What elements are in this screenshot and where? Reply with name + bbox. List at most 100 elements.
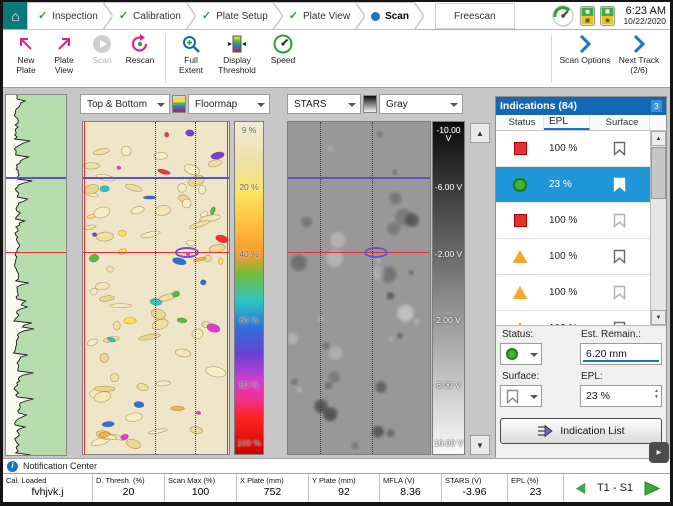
statusbar-field: Y Plate (mm)92 — [309, 474, 380, 502]
tab-label: Freescan — [454, 11, 496, 22]
bookmark-outline-light-icon — [613, 285, 626, 300]
grid-line — [155, 122, 156, 454]
button-label: New Plate — [7, 56, 45, 76]
indication-row[interactable]: 100 % — [496, 239, 650, 275]
column-header-status[interactable]: Status — [496, 115, 544, 130]
gray-scale-label: -2.00 V — [433, 250, 464, 259]
indication-surface-cell — [590, 141, 648, 156]
statusbar-field: STARS (V)-3.96 — [442, 474, 508, 502]
cursor-line-red — [83, 252, 229, 253]
tab-calibration[interactable]: ✓Calibration — [104, 3, 195, 29]
column-header-surface[interactable]: Surface — [590, 115, 650, 130]
indication-dot — [186, 252, 190, 256]
floormap-view[interactable] — [82, 121, 230, 455]
indication-row[interactable]: 100 % — [496, 131, 650, 167]
color-scale-label: 60 % — [235, 316, 263, 325]
indication-list-button[interactable]: Indication List — [500, 418, 662, 444]
indication-status-cell — [496, 214, 544, 227]
grid-line — [372, 122, 373, 454]
epl-input[interactable]: 23 % ▲▼ — [580, 385, 662, 407]
clock-date: 10/22/2020 — [623, 17, 666, 26]
indication-epl-value: 100 % — [544, 143, 590, 154]
select-value: Top & Bottom — [87, 99, 147, 110]
bookmark-filled-icon — [613, 177, 626, 192]
notification-center-bar[interactable]: i Notification Center — [3, 458, 670, 473]
next-track-button[interactable]: Next Track (2/6) — [612, 33, 666, 85]
floormap-palette-select[interactable]: Floormap — [188, 94, 270, 114]
view-mode-select[interactable]: Top & Bottom — [80, 94, 170, 114]
cursor-line-purple — [6, 177, 66, 179]
scrollbar-up-button[interactable]: ▲ — [651, 131, 666, 146]
select-value: Gray — [386, 99, 408, 110]
indication-row[interactable]: 100 % — [496, 311, 650, 325]
indications-scrollbar[interactable]: ▲ ▼ — [650, 131, 666, 325]
gray-palette-select[interactable]: Gray — [379, 94, 463, 114]
viewer-scroll-down-button[interactable]: ▼ — [470, 435, 490, 455]
viewer-scroll-up-button[interactable]: ▲ — [470, 123, 490, 143]
scrollbar-thumb[interactable] — [651, 147, 666, 199]
statusbar-field: EPL (%)23 — [508, 474, 564, 502]
floormap-image — [83, 122, 229, 454]
statusbar-field-value: fvhjvk.j — [3, 486, 92, 498]
red-square-icon — [514, 142, 527, 155]
stars-channel-select[interactable]: STARS — [287, 94, 361, 114]
epl-label: EPL: — [581, 371, 603, 382]
status-dropdown[interactable] — [500, 343, 542, 365]
est-remaining-input[interactable]: 6.20 mm — [580, 343, 662, 365]
red-square-icon — [514, 214, 527, 227]
statusbar-field: Scan Max (%)100 — [165, 474, 237, 502]
toolbar-divider — [165, 35, 166, 83]
tab-plate-view[interactable]: ✓Plate View — [274, 3, 364, 29]
next-track-arrow[interactable] — [642, 480, 661, 497]
display-threshold-button[interactable]: Display Threshold — [210, 33, 264, 85]
gray-scale: -10.00 V-6.00 V-2.00 V2.00 V6.00 V10.00 … — [432, 121, 465, 455]
color-scale-label: 40 % — [235, 250, 263, 259]
rescan-button[interactable]: Rescan — [121, 33, 159, 85]
plate-view-button[interactable]: Plate View — [45, 33, 83, 85]
peek-handle[interactable]: ▸ — [649, 442, 669, 463]
statusbar-field: MFLA (V)8.36 — [380, 474, 442, 502]
scan-options-button[interactable]: Scan Options — [558, 33, 612, 85]
tab-label: Calibration — [133, 11, 181, 22]
stars-view[interactable] — [287, 121, 431, 455]
indication-list-icon — [537, 424, 553, 438]
gray-scale-label: 6.00 V — [433, 381, 464, 390]
tab-inspection[interactable]: ✓Inspection — [28, 3, 112, 29]
tab-scan[interactable]: Scan — [356, 3, 423, 29]
indication-status-cell — [496, 286, 544, 299]
indication-status-cell — [496, 142, 544, 155]
indication-row[interactable]: 100 % — [496, 203, 650, 239]
scan-button[interactable]: Scan — [83, 33, 121, 85]
input-value: 6.20 mm — [586, 348, 627, 360]
amplitude-profile-strip[interactable] — [5, 94, 67, 456]
scrollbar-down-button[interactable]: ▼ — [651, 310, 666, 325]
home-button[interactable]: ⌂ — [3, 2, 28, 29]
button-label: Plate View — [45, 56, 83, 76]
bookmark-outline-light-icon — [613, 213, 626, 228]
button-label: Next Track (2/6) — [612, 56, 666, 76]
floormap-palette-icon — [172, 95, 186, 113]
button-label: Scan — [92, 56, 111, 66]
indication-row[interactable]: 100 % — [496, 275, 650, 311]
indication-row[interactable]: 23 % — [496, 167, 650, 203]
tab-plate-setup[interactable]: ✓Plate Setup — [187, 3, 282, 29]
plate-edge-line — [227, 122, 228, 454]
indications-title: Indications (84) — [500, 100, 577, 112]
toolbar-divider — [551, 35, 552, 83]
tab-freescan[interactable]: Freescan — [435, 3, 515, 29]
spinner-icons[interactable]: ▲▼ — [654, 389, 659, 400]
track-label: T1 - S1 — [597, 482, 633, 494]
speed-button[interactable]: Speed — [264, 33, 302, 85]
column-header-epl[interactable]: EPL — [544, 115, 590, 130]
full-extent-button[interactable]: Full Extent — [172, 33, 210, 85]
plate-edge-line — [84, 122, 85, 454]
surface-dropdown[interactable] — [500, 385, 542, 407]
surface-label: Surface: — [502, 371, 539, 382]
bookmark-outline-icon — [613, 141, 626, 156]
previous-track-arrow[interactable] — [573, 481, 588, 496]
new-plate-button[interactable]: New Plate — [7, 33, 45, 85]
gray-palette-icon — [363, 95, 377, 113]
cursor-line-red — [288, 252, 430, 253]
orange-triangle-icon — [513, 250, 528, 263]
green-circle-icon — [506, 348, 518, 360]
